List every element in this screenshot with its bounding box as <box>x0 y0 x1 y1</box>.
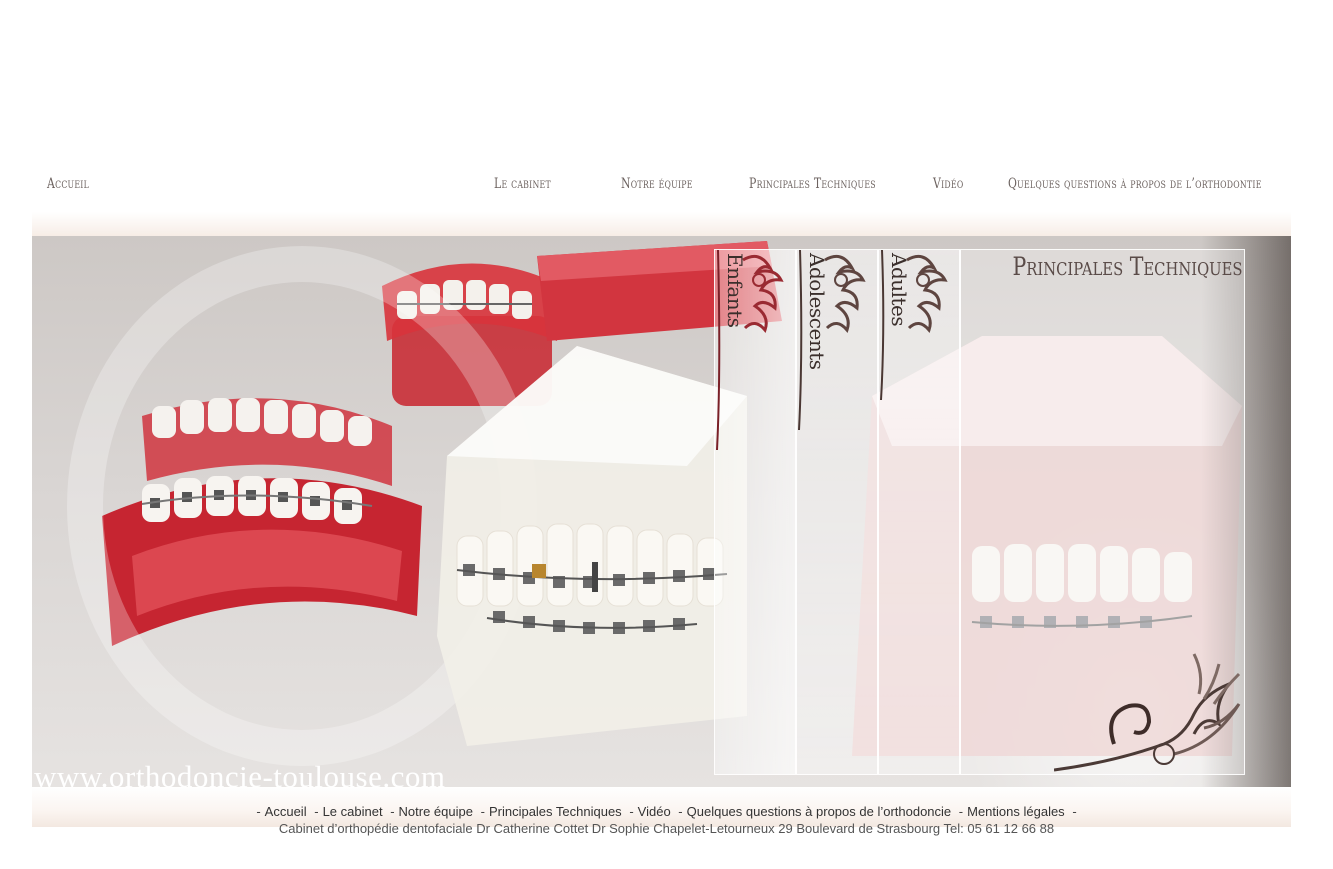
divider-line-icon <box>880 250 885 401</box>
separator: - <box>256 804 261 819</box>
footer-link-le-cabinet[interactable]: Le cabinet <box>323 804 383 819</box>
separator: - <box>480 804 485 819</box>
nav-notre-equipe[interactable]: Notre équipe <box>621 176 693 192</box>
tab-adultes[interactable]: Adultes <box>879 250 961 774</box>
footer-navigation: - Accueil - Le cabinet - Notre équipe - Prin… <box>0 804 1333 819</box>
main-navigation: Accueil Le cabinet Notre équipe Principa… <box>0 168 1333 204</box>
tab-enfants[interactable]: Enfants <box>715 250 797 774</box>
clear-dental-model-image <box>437 346 747 746</box>
tab-adolescents[interactable]: Adolescents <box>797 250 879 774</box>
tab-label-enfants: Enfants <box>723 253 747 328</box>
top-gradient-band <box>32 212 1291 236</box>
footer-address: Cabinet d’orthopédie dentofaciale Dr Cat… <box>278 821 1055 836</box>
nav-questions-orthodontie[interactable]: Quelques questions à propos de l’orthodo… <box>1008 176 1262 192</box>
footer-link-principales-techniques[interactable]: Principales Techniques <box>489 804 622 819</box>
nav-principales-techniques[interactable]: Principales Techniques <box>749 176 876 192</box>
separator: - <box>958 804 964 819</box>
footer-link-mentions-legales[interactable]: Mentions légales <box>967 804 1065 819</box>
flourish-ornament-icon <box>1054 653 1241 772</box>
separator: - <box>678 804 683 819</box>
techniques-tabs-panel: Enfants Adolescents Adultes Principales … <box>714 249 1245 775</box>
separator: - <box>314 804 319 819</box>
separator: - <box>1072 804 1077 819</box>
tab-label-adolescents: Adolescents <box>805 253 829 370</box>
divider-line-icon <box>716 250 721 451</box>
nav-video[interactable]: Vidéo <box>933 176 963 192</box>
separator: - <box>629 804 634 819</box>
footer-link-accueil[interactable]: Accueil <box>265 804 307 819</box>
footer-link-video[interactable]: Vidéo <box>638 804 671 819</box>
separator: - <box>390 804 395 819</box>
footer-link-notre-equipe[interactable]: Notre équipe <box>399 804 473 819</box>
nav-accueil[interactable]: Accueil <box>47 176 89 192</box>
site-url-watermark: www.orthodoncie-toulouse.com <box>34 759 446 787</box>
nav-le-cabinet[interactable]: Le cabinet <box>494 176 551 192</box>
panel-title: Principales Techniques <box>1011 252 1242 281</box>
footer-link-questions[interactable]: Quelques questions à propos de l’orthodo… <box>687 804 952 819</box>
hero-banner: Enfants Adolescents Adultes Principales … <box>32 236 1291 787</box>
tab-label-adultes: Adultes <box>887 253 911 327</box>
